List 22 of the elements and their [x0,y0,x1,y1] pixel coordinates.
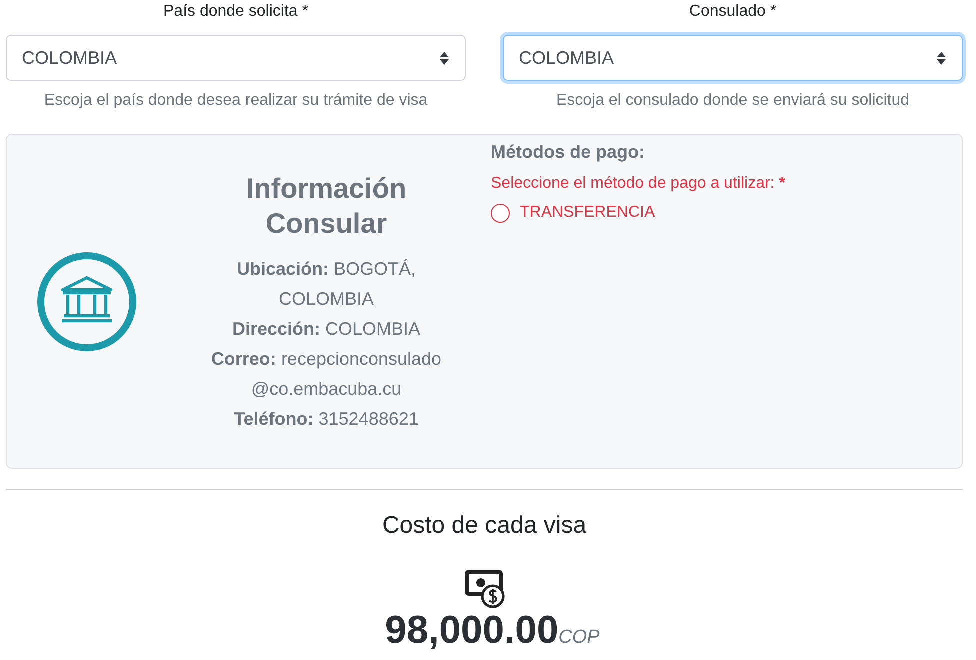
sort-arrows-icon [937,52,946,64]
help-text: Escoja el consulado donde se enviará su solicitud [555,91,911,111]
currency-code: COP [558,626,600,650]
sort-arrows-icon [440,52,449,64]
payment-title: Métodos de pago: [491,141,646,164]
info-title: Información Consular [245,172,408,241]
select-field[interactable]: COLOMBIA [503,35,963,81]
payment-prompt: Seleccione el método de pago a utilizar: * [491,174,786,194]
help-text: Escoja el país donde desea realizar su trámite de visa [43,91,429,111]
bank-building-icon [37,252,137,352]
radio-button[interactable] [491,204,510,222]
price-amount: 98,000.00 [385,611,559,651]
select-field[interactable]: COLOMBIA [6,35,466,81]
banknote-coin-icon [464,570,504,608]
field-label: País donde solicita * [162,2,310,22]
info-line: Teléfono: 3152488621 [233,408,420,431]
cost-title: Costo de cada visa [382,511,587,541]
payment-option-label[interactable]: TRANSFERENCIA [520,201,656,225]
field-label: Consulado * [688,2,778,22]
info-line: Correo: recepcionconsulado@co.embacuba.cu [210,348,443,401]
info-line: Ubicación: BOGOTÁ, COLOMBIA [236,258,418,311]
info-line: Dirección: COLOMBIA [231,318,422,341]
